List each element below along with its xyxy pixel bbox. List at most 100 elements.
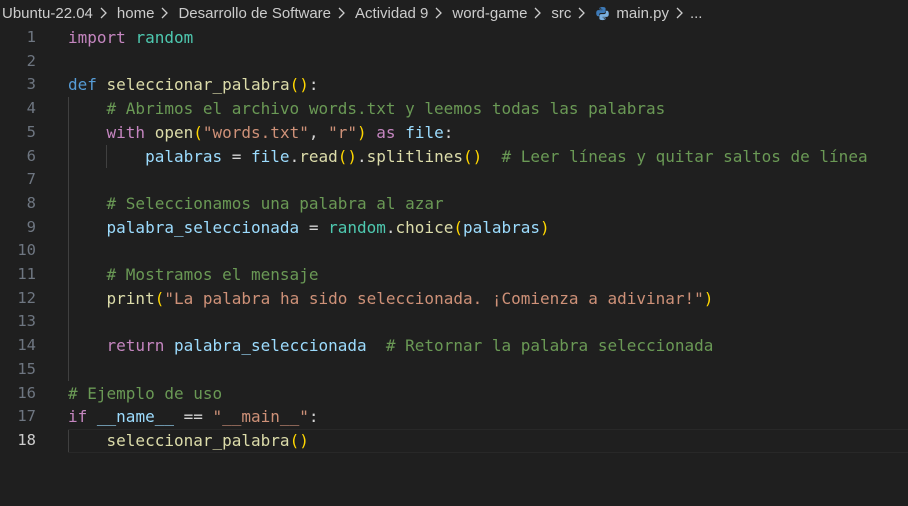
code-token: file [251,146,290,166]
line-number: 15 [17,359,36,378]
code-line[interactable]: 15 [0,358,908,382]
code-line[interactable]: 7 [0,168,908,192]
code-editor[interactable]: 1 import random 2 3 def seleccionar_palabra(… [0,26,908,506]
python-icon [595,6,610,21]
code-token: ( [193,122,203,142]
breadcrumb-item-ubuntu[interactable]: Ubuntu-22.04 [0,5,93,22]
code-text: print("La palabra ha sido seleccionada. … [68,287,714,311]
code-token: palabra_seleccionada [173,336,367,356]
code-token: == [173,407,213,427]
code-line[interactable]: 13 [0,310,908,334]
code-token: # Retornar la palabra seleccionada [385,336,714,356]
code-token: ) [347,146,358,166]
code-line[interactable]: 5 with open("words.txt", "r") as file: [0,121,908,145]
breadcrumb: Ubuntu-22.04 home Desarrollo de Software… [0,0,908,26]
code-token: ) [472,146,483,166]
code-token: random [135,28,194,47]
code-text: def seleccionar_palabra(): [68,73,319,97]
code-text: with open("words.txt", "r") as file: [68,121,454,145]
breadcrumb-more[interactable]: ... [690,5,703,22]
code-line[interactable]: 17 if __name__ == "__main__": [0,405,908,429]
code-line[interactable]: 11 # Mostramos el mensaje [0,263,908,287]
code-text: import random [68,26,193,50]
code-line[interactable]: 1 import random [0,26,908,50]
code-token: # Ejemplo de uso [68,383,223,403]
code-token: choice [395,217,454,237]
code-token: if [68,407,88,427]
code-token: . [357,146,367,166]
line-number: 3 [26,75,36,94]
line-number: 7 [26,170,36,189]
code-token: seleccionar_palabra [106,75,290,95]
code-text: seleccionar_palabra() [68,429,309,453]
code-token: : [443,122,454,142]
code-line[interactable]: 4 # Abrimos el archivo words.txt y leemo… [0,97,908,121]
code-token: palabra_seleccionada [106,217,300,237]
code-text: return palabra_seleccionada # Retornar l… [68,334,714,358]
breadcrumb-item-actividad[interactable]: Actividad 9 [352,5,428,22]
code-token: = [299,217,329,237]
code-token: ) [299,430,309,450]
code-line[interactable]: 18 seleccionar_palabra() [0,428,908,453]
code-token: : [308,407,319,427]
code-line[interactable]: 10 [0,239,908,263]
code-text: palabras = file.read().splitlines() # Le… [68,145,868,169]
code-token: . [385,217,396,237]
code-text: # Seleccionamos una palabra al azar [68,192,444,216]
line-number: 1 [26,28,36,46]
code-token: ) [703,288,714,308]
code-token: def [68,75,97,95]
code-token: splitlines [366,146,463,166]
code-token: seleccionar_palabra [106,430,290,450]
chevron-right-icon [669,7,690,19]
breadcrumb-item-word-game[interactable]: word-game [449,5,527,22]
code-token: print [106,288,155,308]
code-token: ( [289,430,300,450]
line-number: 9 [26,217,36,236]
code-text: # Mostramos el mensaje [68,263,319,287]
code-token: # Leer líneas y quitar saltos de línea [501,146,868,166]
code-line[interactable]: 12 print("La palabra ha sido seleccionad… [0,287,908,311]
code-token: palabras [145,146,223,166]
breadcrumb-file[interactable]: main.py [592,5,669,22]
code-line[interactable]: 8 # Seleccionamos una palabra al azar [0,192,908,216]
code-line[interactable]: 9 palabra_seleccionada = random.choice(p… [0,216,908,240]
code-token: ( [462,146,473,166]
code-line[interactable]: 2 [0,50,908,74]
code-line[interactable]: 6 palabras = file.read().splitlines() # … [0,145,908,169]
code-token: "La palabra ha sido seleccionada. ¡Comie… [164,288,704,308]
code-token: . [289,146,300,166]
line-number: 17 [17,407,36,426]
code-token: read [299,146,338,166]
breadcrumb-item-desarrollo[interactable]: Desarrollo de Software [175,5,331,22]
code-line[interactable]: 3 def seleccionar_palabra(): [0,73,908,97]
line-number: 5 [26,122,36,141]
code-token: ( [337,146,348,166]
code-token: ) [357,122,367,142]
line-number: 4 [26,99,36,118]
line-number: 11 [17,265,36,283]
code-text: # Ejemplo de uso [68,382,222,406]
code-token: __name__ [96,407,174,427]
code-line[interactable]: 16 # Ejemplo de uso [0,382,908,406]
code-token: with [106,122,146,142]
line-number: 12 [17,288,36,307]
code-token: ( [453,217,463,237]
breadcrumb-item-home[interactable]: home [114,5,155,22]
code-token: "words.txt" [202,122,309,142]
chevron-right-icon [527,7,548,19]
code-line[interactable]: 14 return palabra_seleccionada # Retorna… [0,334,908,358]
line-number: 16 [17,383,36,402]
breadcrumb-item-src[interactable]: src [548,5,571,22]
